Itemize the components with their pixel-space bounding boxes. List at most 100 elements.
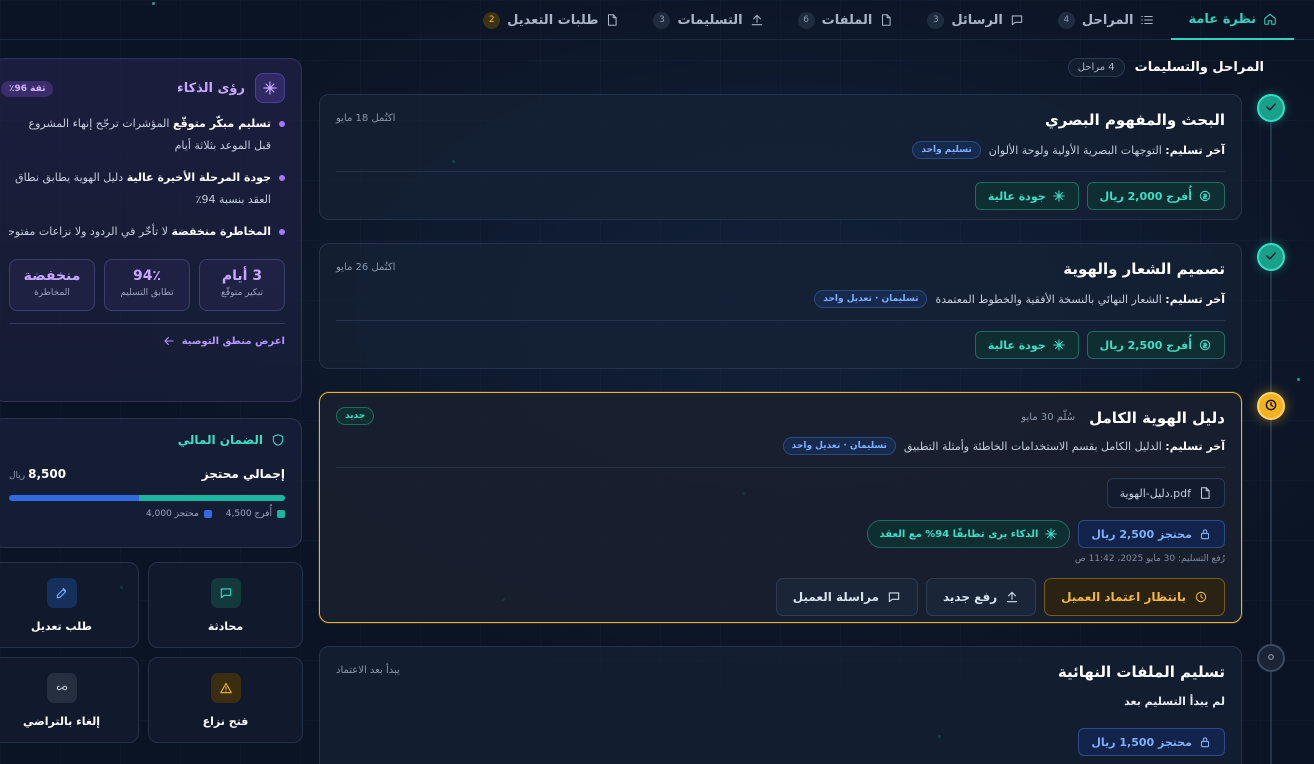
tab-bar: نظرة عامة المراحل 4 الرسائل 3 الملفات 6 … (0, 0, 1314, 40)
action-label: محادثة (207, 619, 244, 633)
revision-request-action[interactable]: طلب تعديل (0, 562, 139, 648)
timeline-node-current (1257, 392, 1285, 420)
tab-overview[interactable]: نظرة عامة (1171, 0, 1294, 40)
legend-label: محتجز 4,000 (146, 509, 199, 519)
ai-insights-panel: رؤى الذكاء ثقة 96٪ تسليم مبكّر متوقّع ال… (0, 58, 302, 402)
ai-insight: المخاطرة منخفضة لا تأخّر في الردود ولا ن… (9, 221, 285, 243)
money-label: محتجز 1,500 ريال (1091, 735, 1192, 749)
delivery-count-chip: تسليم واحد (912, 141, 981, 159)
stage-card[interactable]: تصميم الشعار والهوية اكتُمل 26 مايو آخر … (319, 243, 1242, 369)
tab-count: 2 (483, 11, 501, 29)
divider (336, 320, 1225, 321)
tab-count: 6 (797, 11, 815, 29)
chat-action[interactable]: محادثة (148, 562, 303, 648)
awaiting-approval-button[interactable]: بانتظار اعتماد العميل (1044, 578, 1225, 616)
confidence-badge: ثقة 96٪ (1, 81, 54, 97)
delivery-count-chip: تسليمان · تعديل واحد (782, 437, 896, 455)
insight-text: لا تأخّر في الردود ولا نزاعات مفتوحة (9, 225, 172, 238)
stage-meta: سُلّم 30 مايو (1021, 411, 1076, 423)
timeline-node-done (1257, 243, 1285, 271)
stage-card[interactable]: تسليم الملفات النهائية يبدأ بعد الاعتماد… (319, 646, 1242, 764)
tab-label: الرسائل (951, 12, 1003, 28)
stage-badges: محتجز 1,500 ريال (336, 728, 1225, 756)
quality-label: جودة عالية (987, 189, 1046, 203)
stage-card[interactable]: البحث والمفهوم البصري اكتُمل 18 مايو آخر… (319, 94, 1242, 220)
coin-icon (1198, 189, 1212, 203)
ai-match-label: الذكاء يرى تطابقًا 94% مع العقد (879, 528, 1039, 540)
sparkle-icon (1052, 338, 1066, 352)
tab-label: نظرة عامة (1188, 11, 1256, 27)
stage-card-current[interactable]: دليل الهوية الكامل سُلّم 30 مايو جديد آخ… (319, 392, 1242, 623)
upload-icon (750, 13, 764, 27)
view-reasoning-link[interactable]: اعرض منطق التوصية (9, 334, 285, 348)
stage-badges: محتجز 2,500 ريال الذكاء يرى تطابقًا 94% … (336, 520, 1225, 548)
tab-revision-requests[interactable]: طلبات التعديل 2 (466, 0, 636, 40)
delivered-file[interactable]: دليل-الهوية.pdf (1106, 478, 1225, 508)
tab-files[interactable]: الملفات 6 (781, 0, 911, 40)
message-client-button[interactable]: مراسلة العميل (775, 578, 918, 616)
file-icon (879, 13, 893, 27)
decor-dot (1297, 378, 1300, 381)
quality-badge: جودة عالية (974, 331, 1079, 359)
upload-icon (1005, 590, 1019, 604)
tab-label: الملفات (821, 12, 873, 28)
ai-panel-title: رؤى الذكاء (177, 80, 245, 96)
stat-value: 3 أيام (221, 268, 263, 284)
stat-value: 94٪ (132, 268, 162, 284)
stage-meta: يبدأ بعد الاعتماد (336, 665, 400, 676)
lock-icon (1198, 735, 1212, 749)
tab-label: المراحل (1081, 12, 1134, 28)
action-label: طلب تعديل (31, 619, 92, 633)
stage-badges: أُفرج 2,500 ريال جودة عالية (336, 331, 1225, 359)
stat-value: منخفضة (23, 268, 81, 284)
open-dispute-action[interactable]: فتح نزاع (148, 657, 303, 743)
last-delivery-label: آخر تسليم: (1165, 439, 1225, 453)
tab-messages[interactable]: الرسائل 3 (910, 0, 1041, 40)
last-delivery-text: الدليل الكامل بقسم الاستخدامات الخاطئة و… (903, 439, 1162, 453)
held-amount-badge: محتجز 2,500 ريال (1078, 520, 1225, 548)
divider (336, 171, 1225, 172)
mutual-cancel-action[interactable]: إلغاء بالتراضي (0, 657, 139, 743)
finance-title: الضمان المالي (177, 433, 263, 447)
action-label: إلغاء بالتراضي (23, 714, 100, 728)
stage-title: دليل الهوية الكامل (1089, 409, 1225, 427)
clock-icon (1194, 590, 1208, 604)
last-delivery: آخر تسليم: الدليل الكامل بقسم الاستخداما… (336, 437, 1225, 455)
stage-meta: اكتُمل 26 مايو (336, 262, 396, 273)
file-name: دليل-الهوية.pdf (1119, 486, 1191, 500)
file-icon (1198, 486, 1212, 500)
tab-deliveries[interactable]: التسليمات 3 (636, 0, 780, 40)
coin-icon (1198, 338, 1212, 352)
money-label: محتجز 2,500 ريال (1091, 527, 1192, 541)
message-icon (1010, 13, 1024, 27)
stat-label: تطابق التسليم (120, 288, 174, 298)
shield-icon (271, 433, 285, 447)
legend-held: محتجز 4,000 (146, 509, 212, 519)
warning-icon (210, 672, 241, 703)
tab-stages[interactable]: المراحل 4 (1041, 0, 1172, 40)
legend-released: أُفرج 4,500 (226, 509, 285, 519)
quality-label: جودة عالية (987, 338, 1046, 352)
tab-count: 4 (1057, 11, 1075, 29)
timeline-node-pending (1257, 644, 1285, 672)
tab-count: 3 (927, 11, 945, 29)
insight-title: جودة المرحلة الأخيرة عالية (126, 171, 271, 184)
upload-new-button[interactable]: رفع جديد (925, 578, 1037, 616)
stat-card: منخفضة المخاطرة (9, 259, 95, 311)
ai-stats: 3 أيام تبكير متوقّع 94٪ تطابق التسليم من… (9, 259, 285, 311)
stage-title-row: دليل الهوية الكامل سُلّم 30 مايو (336, 407, 1225, 427)
ai-match-badge: الذكاء يرى تطابقًا 94% مع العقد (867, 520, 1071, 548)
stage-timeline (1257, 94, 1285, 764)
sparkle-icon (255, 73, 285, 103)
divider (9, 323, 285, 324)
financial-guarantee-panel: الضمان المالي إجمالي محتجز 8,500ريال أُف… (0, 418, 302, 548)
stage-title: تسليم الملفات النهائية (1057, 663, 1225, 681)
currency: ريال (9, 471, 26, 481)
delivery-count-chip: تسليمان · تعديل واحد (814, 290, 928, 308)
money-label: أُفرج 2,500 ريال (1099, 338, 1192, 352)
stat-card: 94٪ تطابق التسليم (104, 259, 190, 311)
stat-card: 3 أيام تبكير متوقّع (199, 259, 285, 311)
ai-insight: جودة المرحلة الأخيرة عالية دليل الهوية ي… (9, 167, 285, 211)
last-delivery-label: آخر تسليم: (1165, 143, 1225, 157)
button-label: مراسلة العميل (792, 590, 879, 604)
